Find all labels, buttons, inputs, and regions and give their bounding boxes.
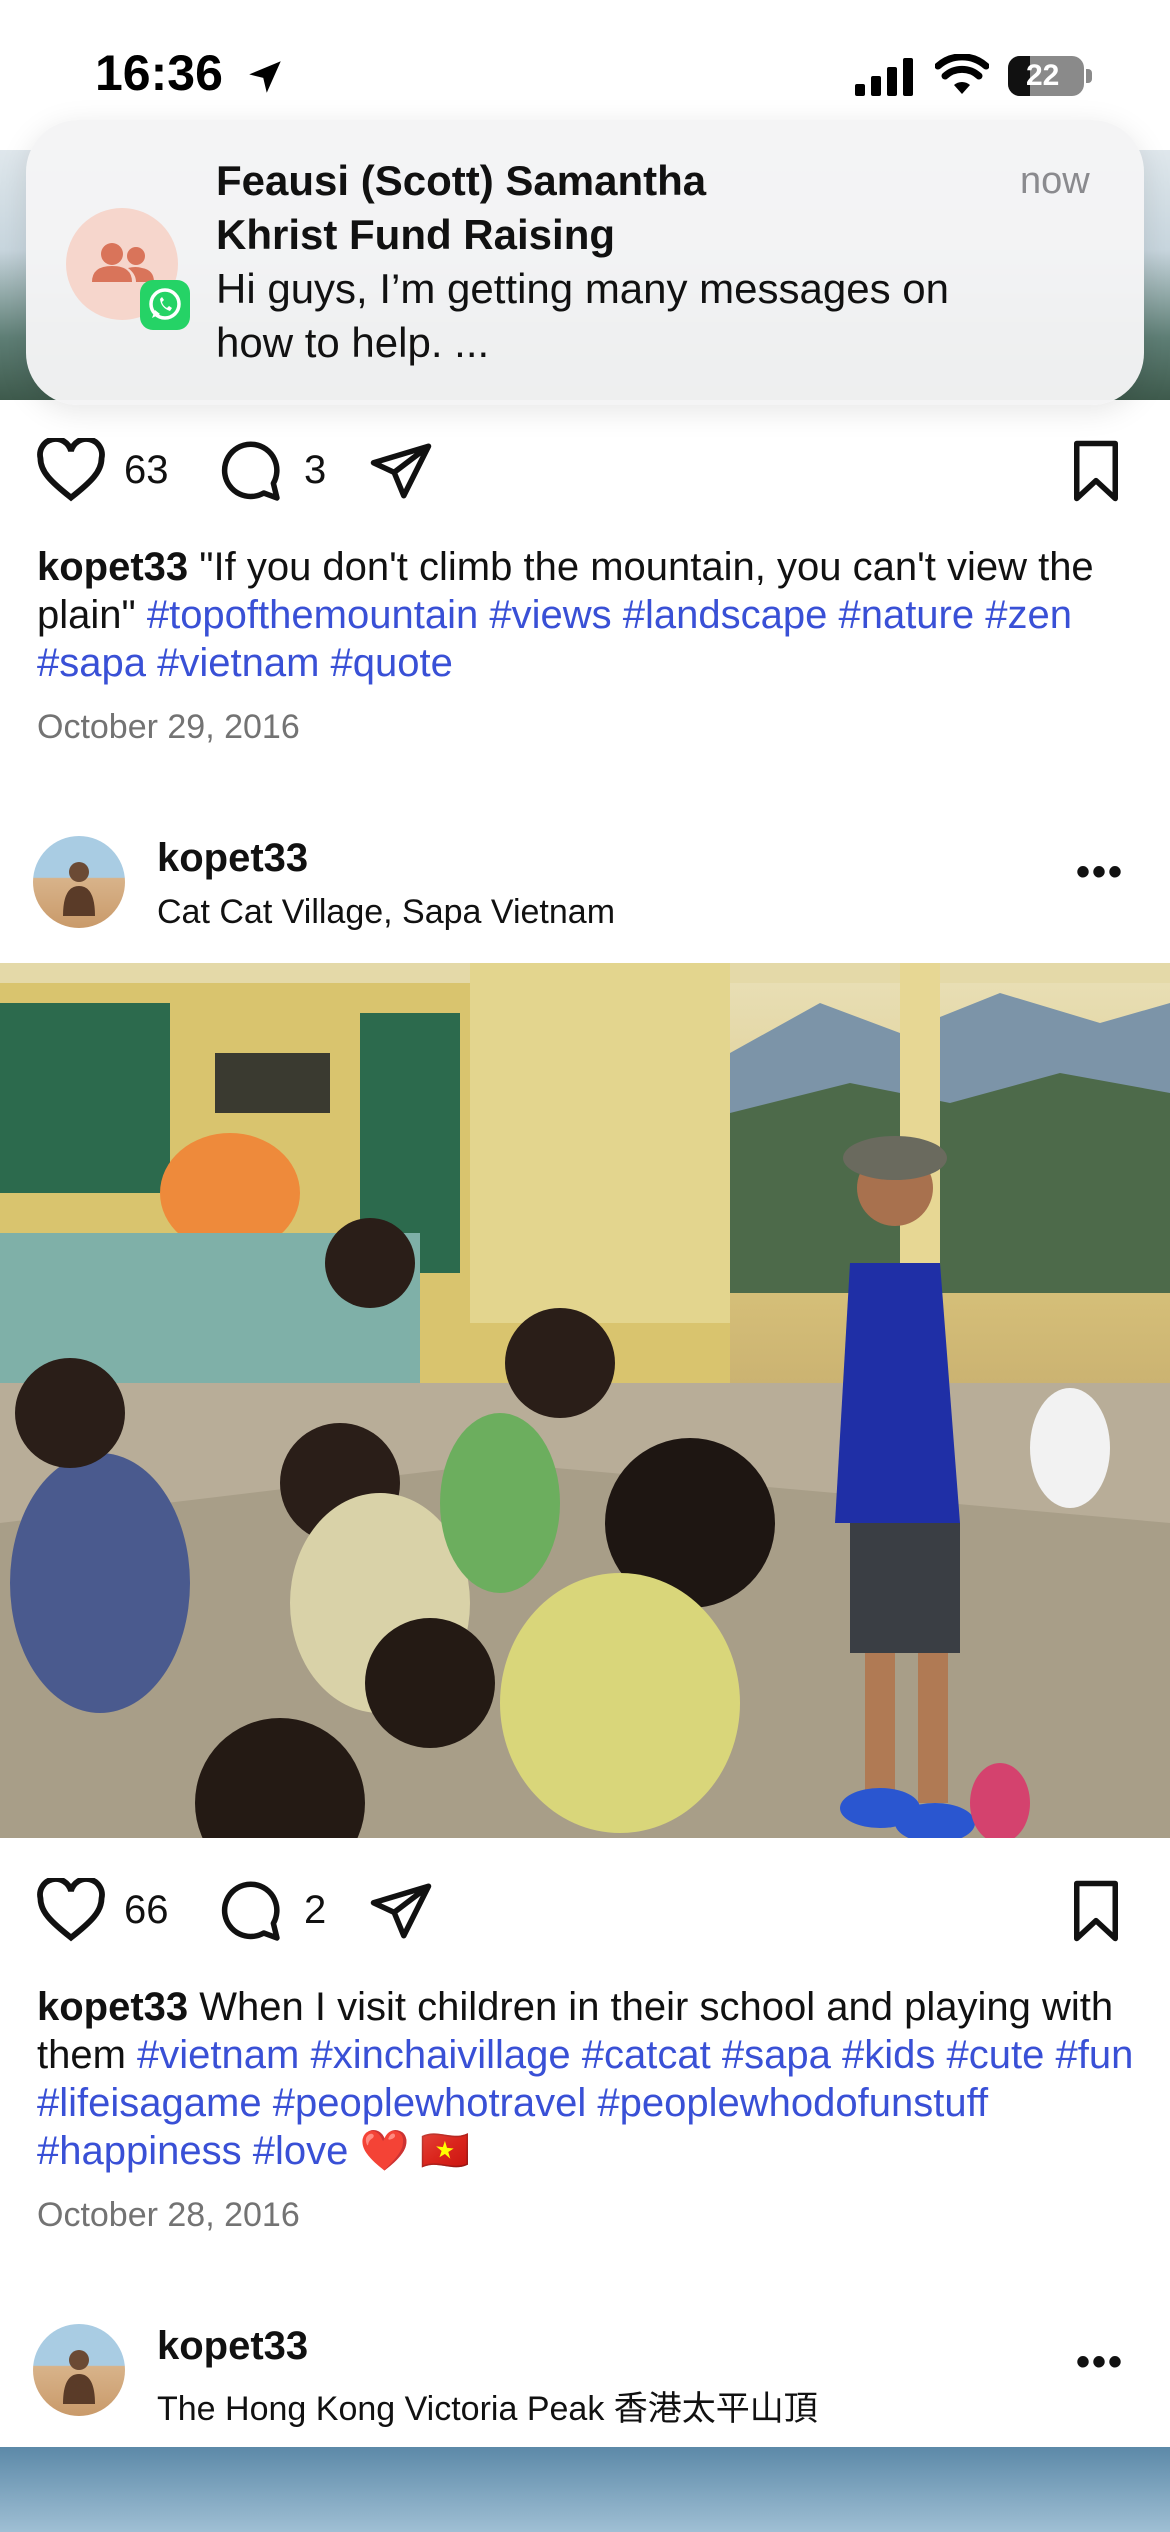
post1-caption-username[interactable]: kopet33 (37, 545, 188, 589)
post3-location[interactable]: The Hong Kong Victoria Peak 香港太平山頂 (157, 2381, 818, 2430)
hashtag[interactable]: #catcat (582, 2033, 711, 2077)
post2-photo[interactable] (0, 963, 1170, 1838)
hashtag[interactable]: #topofthemountain (147, 593, 478, 637)
hashtag[interactable]: #cute (946, 2033, 1044, 2077)
post1-likes-count[interactable]: 63 (124, 448, 169, 493)
post2-username[interactable]: kopet33 (157, 836, 308, 881)
notification-group: Khrist Fund Raising (216, 211, 615, 258)
battery-icon: 22 (1008, 56, 1084, 96)
comment-bubble-icon[interactable] (216, 1878, 284, 1944)
hashtag[interactable]: #love (253, 2129, 349, 2173)
post2-likes-count[interactable]: 66 (124, 1888, 169, 1933)
wifi-icon (935, 54, 989, 94)
hashtag[interactable]: #zen (985, 593, 1072, 637)
comment-bubble-icon[interactable] (216, 438, 284, 504)
status-time: 16:36 (95, 45, 223, 101)
post2-action-row: 66 2 (0, 1870, 1170, 1950)
hashtag[interactable]: #lifeisagame (37, 2081, 262, 2125)
battery-tip (1086, 69, 1092, 83)
children-playing-photo (0, 963, 1170, 1838)
hashtag[interactable]: #quote (331, 641, 453, 685)
bookmark-save-icon[interactable] (1066, 1878, 1126, 1944)
share-send-icon[interactable] (366, 438, 436, 504)
hashtag[interactable]: #views (489, 593, 611, 637)
hashtag[interactable]: #vietnam (137, 2033, 299, 2077)
post2-caption-username[interactable]: kopet33 (37, 1985, 188, 2029)
post3-photo[interactable] (0, 2447, 1170, 2532)
notification-body-continued: how to help. ... (216, 319, 490, 366)
hashtag[interactable]: #peoplewhodofunstuff (597, 2081, 988, 2125)
battery-level: 22 (1026, 59, 1060, 92)
caption-emoji: ❤️ 🇻🇳 (359, 2129, 471, 2173)
post3-username[interactable]: kopet33 (157, 2324, 308, 2369)
post2-date: October 28, 2016 (37, 2196, 300, 2234)
hashtag[interactable]: #landscape (623, 593, 828, 637)
hashtag[interactable]: #kids (842, 2033, 935, 2077)
post1-comments-count[interactable]: 3 (304, 448, 326, 493)
cellular-signal-icon (855, 58, 913, 96)
post2-comments-count[interactable]: 2 (304, 1888, 326, 1933)
notification-sender: Feausi (Scott) Samantha (216, 157, 707, 204)
post3-avatar[interactable] (33, 2324, 125, 2416)
hashtag[interactable]: #peoplewhotravel (273, 2081, 587, 2125)
post2-more-options-icon[interactable]: ••• (1076, 850, 1124, 895)
hashtag[interactable]: #nature (838, 593, 974, 637)
post3-more-options-icon[interactable]: ••• (1076, 2340, 1124, 2385)
post1-date: October 29, 2016 (37, 708, 300, 746)
hashtag[interactable]: #fun (1055, 2033, 1133, 2077)
like-heart-icon[interactable] (36, 1878, 106, 1942)
whatsapp-icon (140, 280, 190, 330)
like-heart-icon[interactable] (36, 438, 106, 502)
post2-avatar[interactable] (33, 836, 125, 928)
hashtag[interactable]: #sapa (37, 641, 146, 685)
share-send-icon[interactable] (366, 1878, 436, 1944)
bookmark-save-icon[interactable] (1066, 438, 1126, 504)
hashtag[interactable]: #sapa (722, 2033, 831, 2077)
hashtag[interactable]: #happiness (37, 2129, 242, 2173)
notification-time: now (1020, 160, 1090, 202)
notification-body: Hi guys, I’m getting many messages on (216, 265, 949, 312)
hashtag[interactable]: #vietnam (157, 641, 319, 685)
post1-action-row: 63 3 (0, 430, 1170, 510)
post2-caption: kopet33 When I visit children in their s… (37, 1983, 1137, 2175)
post2-location[interactable]: Cat Cat Village, Sapa Vietnam (157, 893, 615, 932)
post1-caption: kopet33 "If you don't climb the mountain… (37, 543, 1137, 687)
hashtag[interactable]: #xinchaivillage (310, 2033, 570, 2077)
location-arrow-icon (249, 61, 281, 93)
